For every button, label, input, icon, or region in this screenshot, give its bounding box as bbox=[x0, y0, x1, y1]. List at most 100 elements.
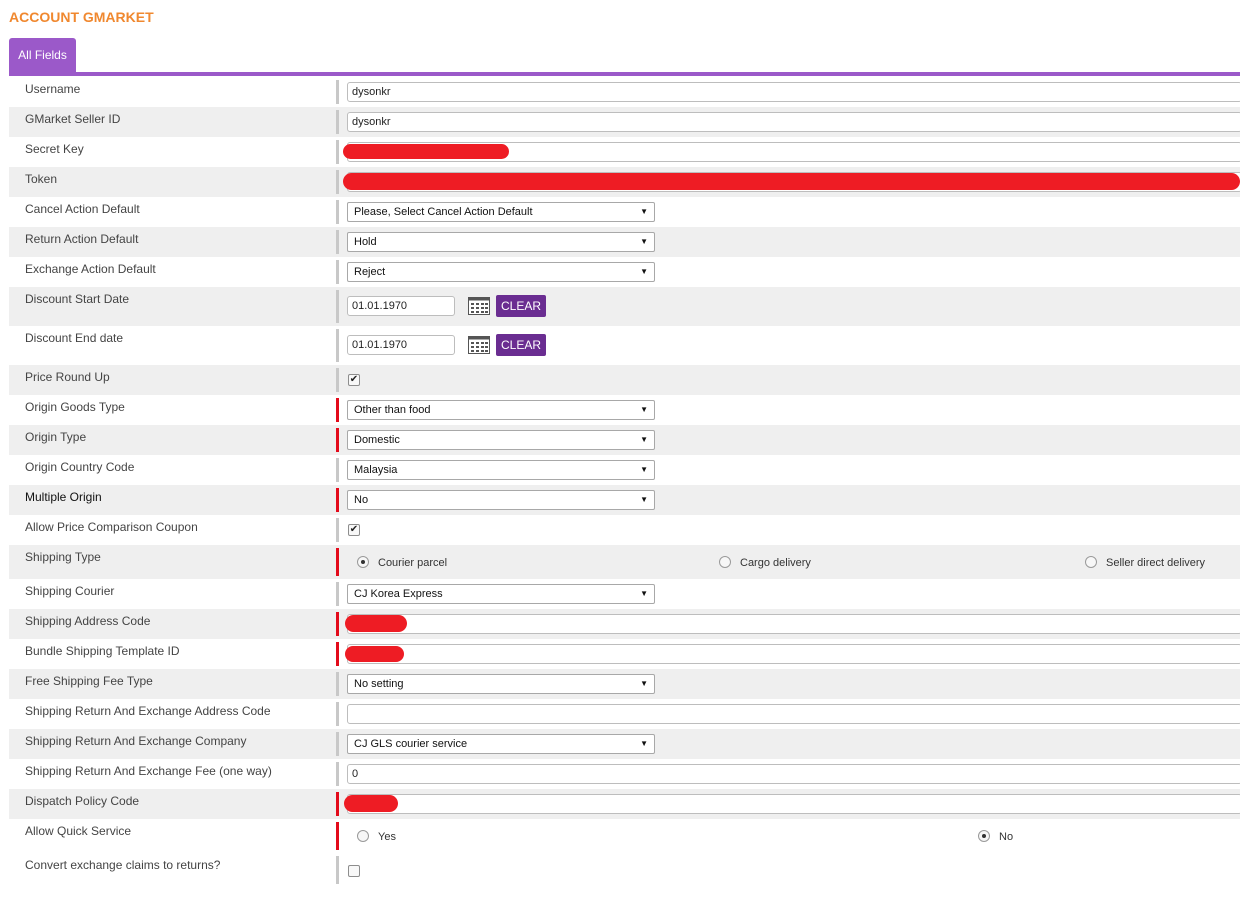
redaction-mark bbox=[345, 646, 404, 662]
required-marker bbox=[336, 612, 339, 636]
free-shipping-label: Free Shipping Fee Type bbox=[25, 674, 153, 688]
row-multiple-origin: Multiple Origin No ▼ bbox=[9, 485, 1240, 515]
tab-all-fields[interactable]: All Fields bbox=[9, 38, 76, 76]
dispatch-policy-label: Dispatch Policy Code bbox=[25, 794, 140, 808]
quick-service-label: Allow Quick Service bbox=[25, 824, 132, 838]
field-marker bbox=[336, 329, 339, 362]
row-cancel-action: Cancel Action Default Please, Select Can… bbox=[9, 197, 1240, 227]
field-marker bbox=[336, 260, 339, 284]
shipping-address-code-label: Shipping Address Code bbox=[25, 614, 151, 628]
field-marker bbox=[336, 368, 339, 392]
row-dispatch-policy: Dispatch Policy Code bbox=[9, 789, 1240, 819]
shipping-address-code-input[interactable] bbox=[347, 614, 1240, 634]
dispatch-policy-input[interactable] bbox=[347, 794, 1240, 814]
discount-start-clear-button[interactable]: CLEAR bbox=[496, 295, 546, 317]
return-address-code-input[interactable] bbox=[347, 704, 1240, 724]
row-quick-service: Allow Quick Service Yes No bbox=[9, 819, 1240, 853]
chevron-down-icon: ▼ bbox=[640, 405, 648, 414]
field-marker bbox=[336, 732, 339, 756]
origin-type-select[interactable]: Domestic ▼ bbox=[347, 430, 655, 450]
field-marker bbox=[336, 290, 339, 323]
secret-key-label: Secret Key bbox=[25, 142, 84, 156]
discount-end-clear-button[interactable]: CLEAR bbox=[496, 334, 546, 356]
page-title: ACCOUNT GMARKET bbox=[9, 9, 154, 25]
seller-id-input[interactable]: dysonkr bbox=[347, 112, 1240, 132]
row-shipping-type: Shipping Type Courier parcel Cargo deliv… bbox=[9, 545, 1240, 579]
field-marker bbox=[336, 518, 339, 542]
field-marker bbox=[336, 458, 339, 482]
field-marker bbox=[336, 170, 339, 194]
price-round-up-label: Price Round Up bbox=[25, 370, 110, 384]
origin-country-select[interactable]: Malaysia ▼ bbox=[347, 460, 655, 480]
free-shipping-select[interactable]: No setting ▼ bbox=[347, 674, 655, 694]
select-value: Please, Select Cancel Action Default bbox=[354, 206, 533, 218]
calendar-icon[interactable] bbox=[468, 336, 490, 354]
discount-end-input[interactable]: 01.01.1970 bbox=[347, 335, 455, 355]
row-username: Username dysonkr bbox=[9, 77, 1240, 107]
shipping-type-cargo-radio[interactable] bbox=[719, 556, 731, 568]
chevron-down-icon: ▼ bbox=[640, 207, 648, 216]
return-address-code-label: Shipping Return And Exchange Address Cod… bbox=[25, 704, 271, 718]
row-price-round-up: Price Round Up ✔ bbox=[9, 365, 1240, 395]
chevron-down-icon: ▼ bbox=[640, 739, 648, 748]
select-value: Hold bbox=[354, 236, 377, 248]
quick-service-no-radio[interactable] bbox=[978, 830, 990, 842]
row-secret-key: Secret Key bbox=[9, 137, 1240, 167]
cancel-action-select[interactable]: Please, Select Cancel Action Default ▼ bbox=[347, 202, 655, 222]
field-marker bbox=[336, 80, 339, 104]
row-return-action: Return Action Default Hold ▼ bbox=[9, 227, 1240, 257]
row-exchange-action: Exchange Action Default Reject ▼ bbox=[9, 257, 1240, 287]
convert-claims-checkbox[interactable] bbox=[348, 865, 360, 877]
row-discount-end: Discount End date 01.01.1970 CLEAR bbox=[9, 326, 1240, 365]
price-coupon-checkbox[interactable]: ✔ bbox=[348, 524, 360, 536]
row-return-fee: Shipping Return And Exchange Fee (one wa… bbox=[9, 759, 1240, 789]
exchange-action-select[interactable]: Reject ▼ bbox=[347, 262, 655, 282]
quick-service-yes-radio[interactable] bbox=[357, 830, 369, 842]
field-marker bbox=[336, 702, 339, 726]
row-discount-start: Discount Start Date 01.01.1970 CLEAR bbox=[9, 287, 1240, 326]
return-company-select[interactable]: CJ GLS courier service ▼ bbox=[347, 734, 655, 754]
discount-start-input[interactable]: 01.01.1970 bbox=[347, 296, 455, 316]
tab-bar: All Fields bbox=[9, 38, 1240, 76]
cancel-action-label: Cancel Action Default bbox=[25, 202, 140, 216]
chevron-down-icon: ▼ bbox=[640, 679, 648, 688]
shipping-type-cargo-label: Cargo delivery bbox=[740, 557, 811, 569]
return-fee-label: Shipping Return And Exchange Fee (one wa… bbox=[25, 764, 272, 778]
select-value: Domestic bbox=[354, 434, 400, 446]
required-marker bbox=[336, 488, 339, 512]
redaction-mark bbox=[345, 615, 407, 632]
username-input[interactable]: dysonkr bbox=[347, 82, 1240, 102]
select-value: CJ GLS courier service bbox=[354, 738, 468, 750]
bundle-template-input[interactable] bbox=[347, 644, 1240, 664]
shipping-type-direct-radio[interactable] bbox=[1085, 556, 1097, 568]
chevron-down-icon: ▼ bbox=[640, 237, 648, 246]
field-marker bbox=[336, 230, 339, 254]
convert-claims-label: Convert exchange claims to returns? bbox=[25, 858, 221, 872]
required-marker bbox=[336, 792, 339, 816]
multiple-origin-select[interactable]: No ▼ bbox=[347, 490, 655, 510]
row-seller-id: GMarket Seller ID dysonkr bbox=[9, 107, 1240, 137]
return-action-label: Return Action Default bbox=[25, 232, 139, 246]
chevron-down-icon: ▼ bbox=[640, 267, 648, 276]
origin-country-label: Origin Country Code bbox=[25, 460, 135, 474]
row-token: Token bbox=[9, 167, 1240, 197]
row-return-company: Shipping Return And Exchange Company CJ … bbox=[9, 729, 1240, 759]
exchange-action-label: Exchange Action Default bbox=[25, 262, 156, 276]
row-shipping-courier: Shipping Courier CJ Korea Express ▼ bbox=[9, 579, 1240, 609]
price-coupon-label: Allow Price Comparison Coupon bbox=[25, 520, 198, 534]
shipping-courier-select[interactable]: CJ Korea Express ▼ bbox=[347, 584, 655, 604]
bundle-template-label: Bundle Shipping Template ID bbox=[25, 644, 180, 658]
chevron-down-icon: ▼ bbox=[640, 495, 648, 504]
origin-goods-type-select[interactable]: Other than food ▼ bbox=[347, 400, 655, 420]
shipping-type-direct-label: Seller direct delivery bbox=[1106, 557, 1206, 569]
return-company-label: Shipping Return And Exchange Company bbox=[25, 734, 247, 748]
shipping-type-courier-radio[interactable] bbox=[357, 556, 369, 568]
username-label: Username bbox=[25, 82, 81, 96]
select-value: Reject bbox=[354, 266, 386, 278]
price-round-up-checkbox[interactable]: ✔ bbox=[348, 374, 360, 386]
return-fee-input[interactable]: 0 bbox=[347, 764, 1240, 784]
calendar-icon[interactable] bbox=[468, 297, 490, 315]
return-action-select[interactable]: Hold ▼ bbox=[347, 232, 655, 252]
field-marker bbox=[336, 110, 339, 134]
row-origin-type: Origin Type Domestic ▼ bbox=[9, 425, 1240, 455]
